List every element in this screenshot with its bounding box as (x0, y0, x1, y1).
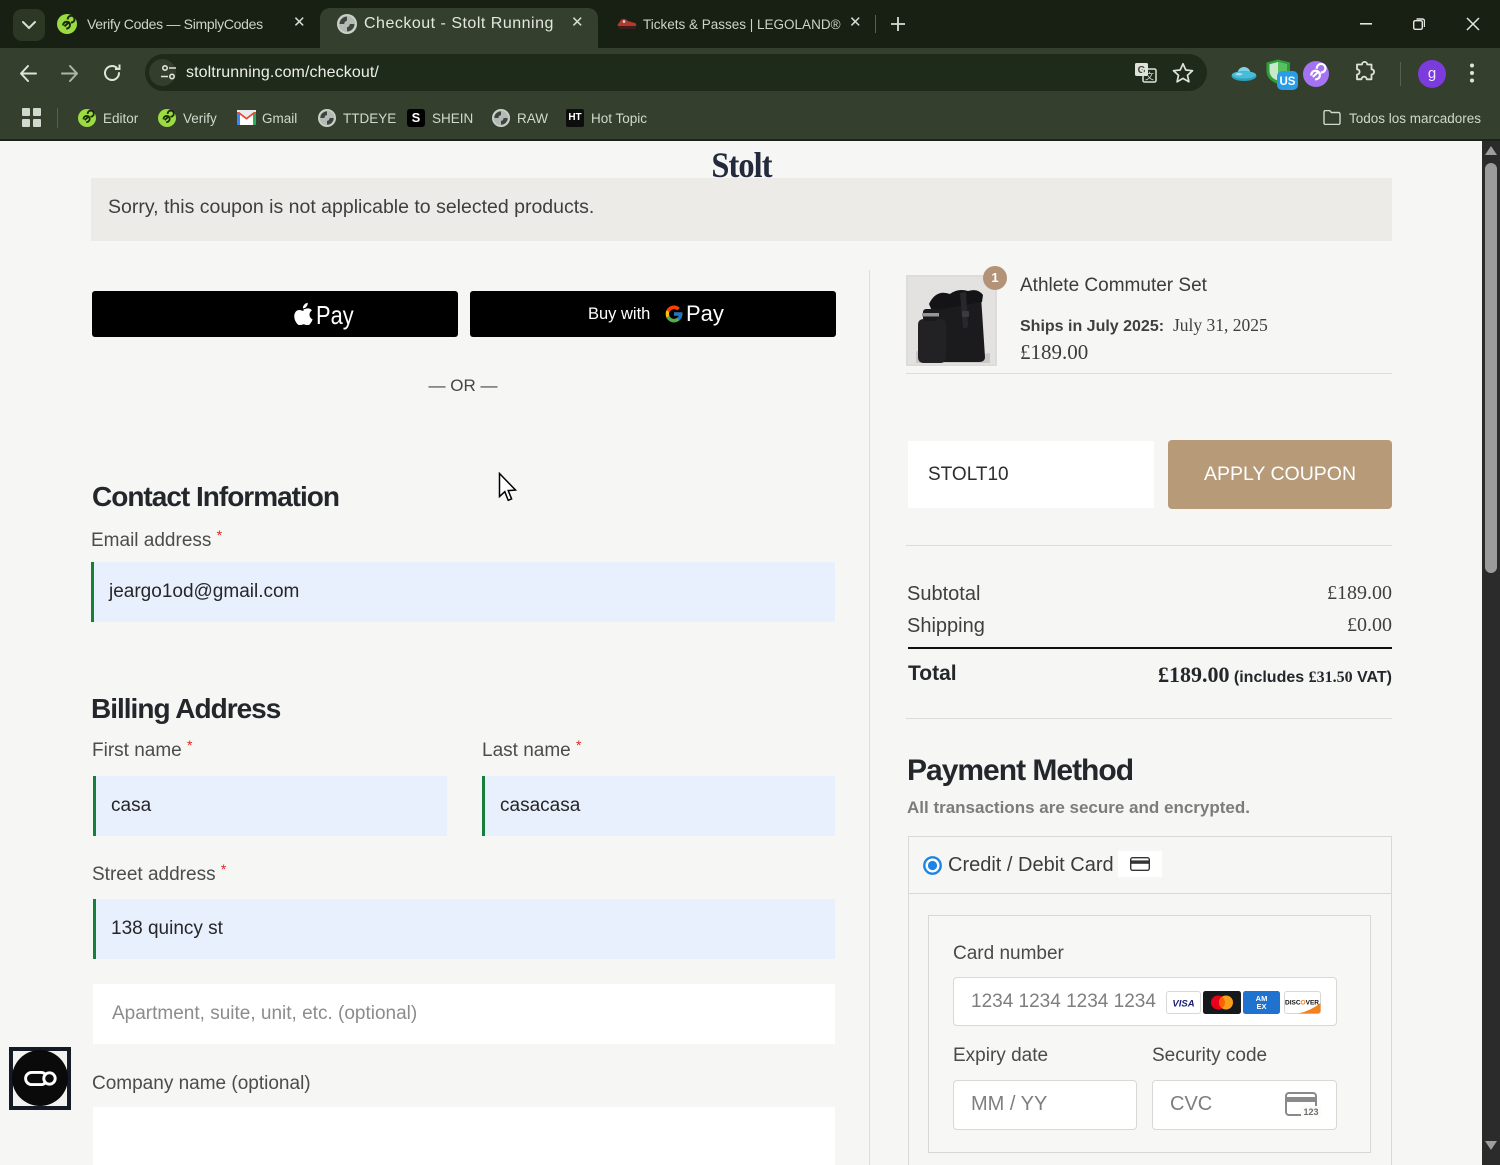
svg-text:VISA: VISA (1172, 999, 1194, 1010)
svg-text:文: 文 (1145, 71, 1154, 82)
svg-text:DISCOVER: DISCOVER (1285, 1000, 1319, 1007)
svg-text:US: US (1280, 76, 1296, 88)
svg-text:EX: EX (1256, 1002, 1266, 1011)
svg-text:123: 123 (1303, 1107, 1318, 1117)
